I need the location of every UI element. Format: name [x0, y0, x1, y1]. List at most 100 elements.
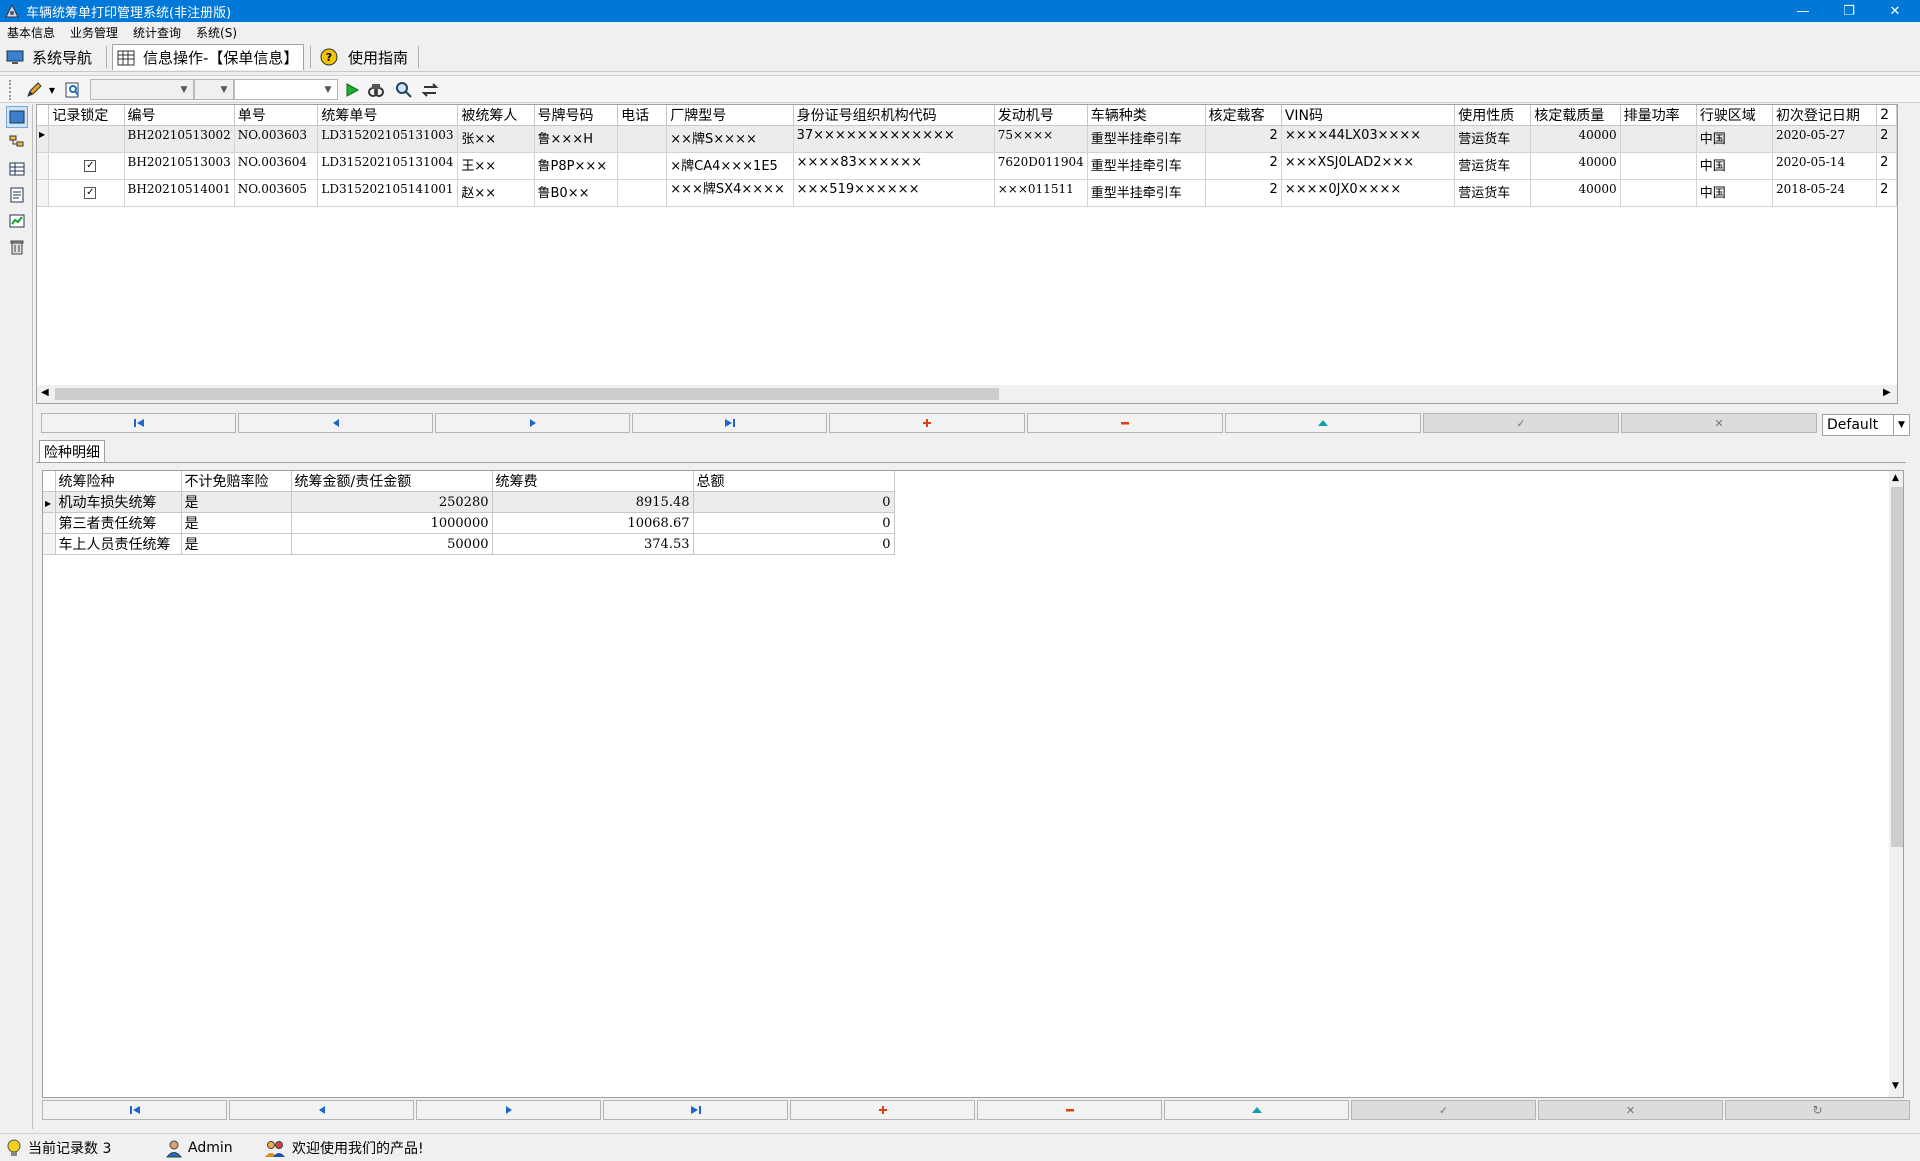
no-cell[interactable]: NO.003603 [234, 125, 319, 153]
model-cell[interactable]: ×牌CA4×××1E5 [666, 152, 794, 180]
grid-horizontal-scrollbar[interactable]: ◀ ▶ [37, 385, 1897, 403]
power-cell[interactable] [1620, 179, 1697, 207]
chart-icon[interactable] [6, 210, 28, 232]
locked-cell[interactable]: ✓ [48, 179, 125, 207]
col-header-locked[interactable]: 记录锁定 [48, 105, 125, 126]
nav-cancel-button[interactable]: ✕ [1621, 413, 1817, 433]
layout-select[interactable]: Default ▼ [1822, 414, 1910, 436]
vtype-cell[interactable]: 重型半挂牵引车 [1087, 179, 1206, 207]
engine-cell[interactable]: 7620D011904 [994, 152, 1088, 180]
col-header-id[interactable]: 编号 [124, 105, 235, 126]
nav-post-button[interactable]: ✓ [1423, 413, 1619, 433]
policy-cell[interactable]: LD315202105131003 [317, 125, 459, 153]
usage-cell[interactable]: 营运货车 [1454, 125, 1532, 153]
preview-icon[interactable] [63, 80, 83, 100]
col-header-vin[interactable]: VIN码 [1281, 105, 1456, 126]
tab-coverage-detail[interactable]: 险种明细 [39, 440, 105, 462]
col-header-load[interactable]: 核定载质量 [1530, 105, 1621, 126]
no-deductible-cell[interactable]: 是 [181, 491, 292, 513]
grid-vertical-scrollbar[interactable]: ▲ ▼ [1897, 105, 1898, 385]
menu-basic-info[interactable]: 基本信息 [0, 24, 63, 41]
coverage-type-cell[interactable]: 第三者责任统筹 [55, 512, 182, 534]
nav-next-button[interactable] [435, 413, 630, 433]
col-header-no-deductible[interactable]: 不计免赔率险 [181, 471, 292, 492]
operator-combo[interactable]: ▼ [194, 79, 234, 100]
detail-nav-refresh-button[interactable]: ↻ [1725, 1100, 1910, 1120]
col-header-no[interactable]: 单号 [234, 105, 319, 126]
menu-statistics[interactable]: 统计查询 [126, 24, 189, 41]
amount-cell[interactable]: 1000000 [291, 512, 493, 534]
total-cell[interactable]: 0 [693, 512, 895, 534]
insured-cell[interactable]: 张×× [457, 125, 535, 153]
plate-cell[interactable]: 鲁P8P××× [534, 152, 619, 180]
detail-vertical-scrollbar[interactable]: ▲ ▼ [1889, 471, 1903, 1097]
col-header-total[interactable]: 总额 [693, 471, 895, 492]
region-cell[interactable]: 中国 [1696, 152, 1773, 180]
toolbar-grip[interactable] [9, 80, 13, 100]
col-header-usage[interactable]: 使用性质 [1454, 105, 1532, 126]
scroll-thumb[interactable] [55, 388, 999, 400]
regdate-cell[interactable]: 2020-05-14 [1772, 152, 1878, 180]
insured-cell[interactable]: 王×× [457, 152, 535, 180]
policy-grid[interactable]: 记录锁定 编号 单号 统筹单号 被统筹人 号牌号码 电话 厂牌型号 身份证号组织… [36, 104, 1898, 404]
col-header-amount[interactable]: 统筹金额/责任金额 [291, 471, 493, 492]
detail-nav-next-button[interactable] [416, 1100, 601, 1120]
regdate-cell[interactable]: 2018-05-24 [1772, 179, 1878, 207]
vin-cell[interactable]: ××××0JX0×××× [1281, 179, 1456, 207]
vin-cell[interactable]: ×××XSJ0LAD2××× [1281, 152, 1456, 180]
load-cell[interactable]: 40000 [1530, 125, 1621, 153]
menu-business[interactable]: 业务管理 [63, 24, 126, 41]
col-header-engine[interactable]: 发动机号 [994, 105, 1088, 126]
tab-policy-info[interactable]: 信息操作-【保单信息】 [112, 44, 304, 70]
col-header-fee[interactable]: 统筹费 [492, 471, 694, 492]
col-header-plate[interactable]: 号牌号码 [534, 105, 619, 126]
idcode-cell[interactable]: ×××519×××××× [793, 179, 995, 207]
locked-cell[interactable] [48, 125, 125, 153]
view-form-icon[interactable] [6, 106, 28, 128]
load-cell[interactable]: 40000 [1530, 152, 1621, 180]
col-header-model[interactable]: 厂牌型号 [666, 105, 794, 126]
no-deductible-cell[interactable]: 是 [181, 533, 292, 555]
scroll-up-icon[interactable]: ▲ [1892, 473, 1899, 483]
trash-icon[interactable] [6, 236, 28, 258]
usage-cell[interactable]: 营运货车 [1454, 179, 1532, 207]
table-row[interactable]: ▶ 机动车损失统筹 是 250280 8915.48 0 [43, 491, 895, 513]
vtype-cell[interactable]: 重型半挂牵引车 [1087, 125, 1206, 153]
table-row[interactable]: ✓ BH20210514001 NO.003605 LD315202105141… [37, 179, 1897, 207]
list-view-icon[interactable] [6, 158, 28, 180]
table-row[interactable]: 车上人员责任统筹 是 50000 374.53 0 [43, 533, 895, 555]
no-deductible-cell[interactable]: 是 [181, 512, 292, 534]
col-header-region[interactable]: 行驶区域 [1696, 105, 1773, 126]
plate-cell[interactable]: 鲁B0×× [534, 179, 619, 207]
phone-cell[interactable] [617, 152, 668, 180]
region-cell[interactable]: 中国 [1696, 179, 1773, 207]
table-row[interactable]: ▶ BH20210513002 NO.003603 LD315202105131… [37, 125, 1897, 153]
fee-cell[interactable]: 374.53 [492, 533, 694, 555]
phone-cell[interactable] [617, 125, 668, 153]
chevron-down-icon[interactable]: ▼ [46, 80, 58, 100]
lock-checkbox[interactable]: ✓ [84, 160, 97, 172]
col-header-coverage-type[interactable]: 统筹险种 [55, 471, 182, 492]
locked-cell[interactable]: ✓ [48, 152, 125, 180]
total-cell[interactable]: 0 [693, 491, 895, 513]
detail-nav-last-button[interactable] [603, 1100, 788, 1120]
usage-cell[interactable]: 营运货车 [1454, 152, 1532, 180]
table-row[interactable]: 第三者责任统筹 是 1000000 10068.67 0 [43, 512, 895, 534]
detail-nav-delete-button[interactable] [977, 1100, 1162, 1120]
fee-cell[interactable]: 8915.48 [492, 491, 694, 513]
report-icon[interactable] [6, 184, 28, 206]
regdate-cell[interactable]: 2020-05-27 [1772, 125, 1878, 153]
model-cell[interactable]: ××牌S×××× [666, 125, 794, 153]
coverage-type-cell[interactable]: 机动车损失统筹 [55, 491, 182, 513]
col-header-power[interactable]: 排量功率 [1620, 105, 1697, 126]
amount-cell[interactable]: 50000 [291, 533, 493, 555]
search-value-combo[interactable]: ▼ [234, 79, 338, 100]
run-query-play-icon[interactable] [342, 80, 362, 100]
edit-pencil-icon[interactable] [24, 80, 44, 100]
col-header-vtype[interactable]: 车辆种类 [1087, 105, 1206, 126]
tab-user-guide[interactable]: ? 使用指南 [320, 44, 416, 70]
scroll-left-icon[interactable]: ◀ [41, 387, 49, 398]
seats-cell[interactable]: 2 [1205, 125, 1282, 153]
amount-cell[interactable]: 250280 [291, 491, 493, 513]
no-cell[interactable]: NO.003605 [234, 179, 319, 207]
